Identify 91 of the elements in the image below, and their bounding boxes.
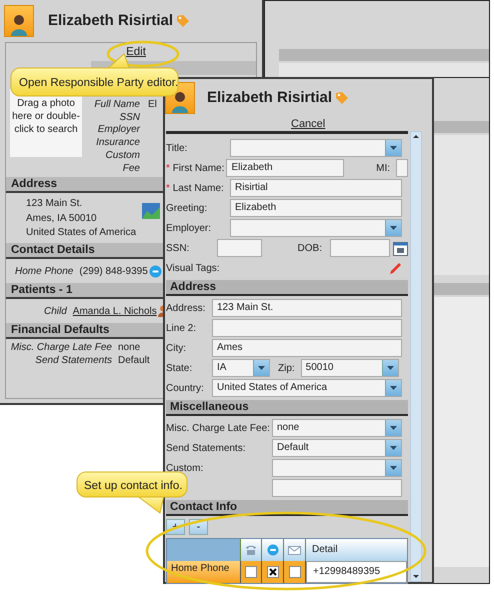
field-value: El: [148, 99, 157, 110]
input-field[interactable]: Ames: [212, 339, 402, 357]
table-row-header[interactable]: Home Phone: [167, 561, 241, 583]
field-label: Title:: [166, 142, 188, 156]
field-label: State:: [166, 362, 192, 376]
field-label: Child: [44, 304, 67, 318]
field-label: Custom:: [166, 462, 204, 476]
field-label: Misc. Charge Late Fee: [10, 341, 112, 355]
field-label: SSN: [119, 112, 140, 124]
field-label: Full Name: [94, 99, 140, 112]
dropdown-toggle[interactable]: [385, 380, 401, 396]
caret-icon: [258, 366, 265, 370]
input-field[interactable]: [330, 239, 390, 257]
field-label: Country:: [166, 382, 204, 396]
dropdown-toggle[interactable]: [385, 440, 401, 456]
field-label: MI:: [376, 162, 390, 176]
dropdown[interactable]: 50010: [300, 359, 399, 377]
input-field[interactable]: [272, 479, 402, 497]
dropdown[interactable]: none: [272, 419, 402, 437]
tag-icon: [335, 91, 350, 105]
field-label: DOB:: [298, 242, 322, 256]
input-field[interactable]: Risirtial: [230, 179, 402, 197]
map-icon: [142, 203, 160, 219]
caret-icon: [390, 386, 397, 390]
input-field[interactable]: 123 Main St.: [212, 299, 402, 317]
window-title: Elizabeth Risirtial: [48, 10, 174, 31]
dropdown[interactable]: Default: [272, 439, 402, 457]
dropdown[interactable]: United States of America: [212, 379, 402, 397]
input-field[interactable]: [396, 159, 408, 177]
dropdown-toggle[interactable]: [382, 360, 398, 376]
input-field[interactable]: [212, 319, 402, 337]
caret-icon: [390, 146, 397, 150]
caret-icon: [390, 426, 397, 430]
input-field[interactable]: Elizabeth: [230, 199, 402, 217]
input-field[interactable]: [216, 239, 262, 257]
checkbox[interactable]: [266, 566, 278, 578]
chat-icon: [148, 264, 162, 278]
field-label: Fee: [122, 162, 140, 176]
address-line: United States of America: [26, 226, 138, 240]
caret-icon: [390, 446, 397, 450]
field-label: Line 2:: [166, 322, 196, 336]
tag-icon: [176, 14, 190, 28]
field-value: Default: [118, 354, 150, 368]
field-value: (299) 848-9395: [79, 264, 148, 278]
field-label: Zip:: [278, 362, 295, 376]
field-label: Insurance: [96, 137, 140, 150]
field-label: * First Name:: [166, 162, 224, 176]
checkbox[interactable]: [288, 566, 300, 578]
caret-icon: [390, 466, 397, 470]
patient-link[interactable]: Amanda L. Nichols: [72, 304, 157, 318]
address-line: 123 Main St.: [26, 197, 84, 211]
calendar-icon: [393, 240, 408, 256]
caret-icon: [386, 366, 394, 370]
section-header: Address: [166, 280, 408, 296]
table-cell[interactable]: +12998489395: [306, 561, 407, 583]
field-label: Home Phone: [15, 264, 74, 278]
input-field[interactable]: Elizabeth: [226, 159, 344, 177]
checkbox[interactable]: [245, 566, 257, 578]
envelope-icon: [288, 546, 301, 554]
section-header: Miscellaneous: [166, 400, 408, 416]
scrollbar[interactable]: [410, 131, 422, 582]
field-label: * Last Name:: [166, 182, 224, 196]
dropdown[interactable]: IA: [212, 359, 270, 377]
dropdown-toggle[interactable]: [385, 420, 401, 436]
window-title: Elizabeth Risirtial: [207, 88, 332, 108]
field-label: City:: [166, 342, 186, 356]
telephone-icon: [245, 545, 257, 555]
avatar-icon: [4, 5, 34, 37]
dropdown-toggle[interactable]: [385, 220, 401, 236]
field-label: Employer:: [166, 222, 212, 236]
field-label: Address:: [166, 302, 206, 316]
field-label: Greeting:: [166, 202, 208, 216]
field-label: Custom: [106, 150, 140, 163]
dropdown-toggle[interactable]: [385, 460, 401, 476]
pencil-icon: [389, 262, 402, 274]
field-label: Visual Tags:: [166, 262, 220, 276]
check-mark-icon: [268, 568, 276, 576]
field-label: Misc. Charge Late Fee:: [166, 422, 270, 436]
caret-icon: [390, 226, 397, 230]
dropdown-toggle[interactable]: [253, 360, 269, 376]
field-label: Send Statements:: [166, 442, 246, 456]
field-label: Employer: [98, 124, 140, 138]
field-value: none: [118, 341, 140, 355]
column-header: Detail: [306, 539, 407, 561]
section-header: Contact Info: [166, 500, 408, 516]
address-line: Ames, IA 50010: [26, 212, 98, 226]
dropdown-toggle[interactable]: [385, 140, 401, 156]
field-label: Send Statements: [34, 354, 112, 368]
chat-icon: [266, 544, 278, 556]
cancel-link[interactable]: Cancel: [291, 117, 326, 131]
field-label: SSN:: [166, 242, 190, 256]
